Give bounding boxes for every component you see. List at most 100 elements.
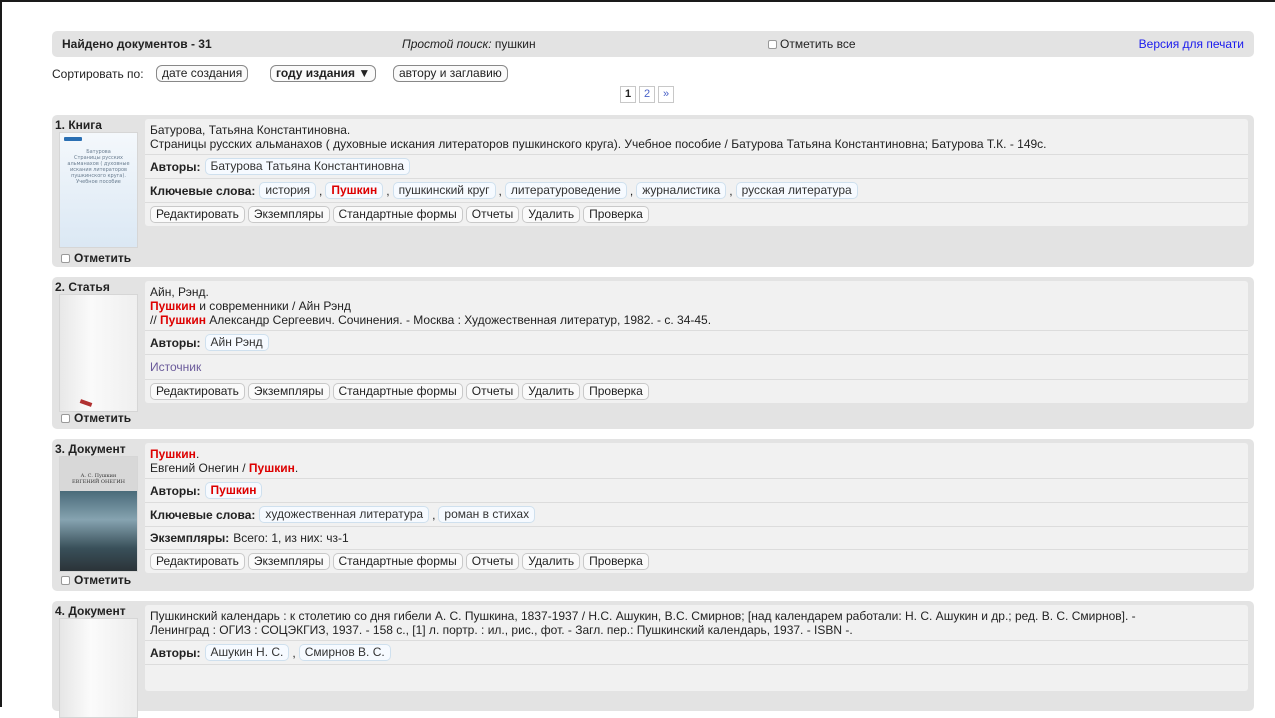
record-kind: 3. Документ [55,442,126,456]
record-card-1: 1. Книга Батурова Страницы русских альма… [52,115,1254,267]
separator: , [319,183,323,198]
author-tag[interactable]: Пушкин [204,482,263,499]
reports-button[interactable]: Отчеты [465,383,520,400]
keyword-tag[interactable]: художественная литература [259,506,430,523]
sort-by-year-button[interactable]: году издания ▼ [270,65,377,82]
standard-forms-button[interactable]: Стандартные формы [332,383,463,400]
page-1-button[interactable]: 1 [620,86,636,103]
record-mark-control[interactable]: Отметить [61,411,131,425]
separator: , [729,183,733,198]
authors-row: Авторы: Батурова Татьяна Константиновна [145,154,1248,178]
record-kind: 2. Статья [55,280,110,294]
record-text: . [294,461,299,475]
edit-button[interactable]: Редактировать [150,383,245,400]
reports-button[interactable]: Отчеты [465,553,520,570]
cover-title: Батурова Страницы русских альманахов ( д… [67,149,130,185]
author-tag[interactable]: Айн Рэнд [204,334,269,351]
sort-by-created-button[interactable]: дате создания [156,65,249,82]
record-line: Пушкин. [150,447,1243,461]
standard-forms-button[interactable]: Стандартные формы [332,553,463,570]
mark-all-control[interactable]: Отметить все [768,37,856,51]
check-button[interactable]: Проверка [583,206,649,223]
separator: , [629,183,634,198]
document-cover-thumbnail[interactable] [59,618,138,718]
next-page-button[interactable]: » [658,86,674,103]
keywords-label: Ключевые слова: [150,183,256,198]
document-cover-thumbnail[interactable]: А. С. Пушкин ЕВГЕНИЙ ОНЕГИН [59,456,138,572]
record-description: Айн, Рэнд. Пушкин и современники / Айн Р… [145,281,1248,330]
reports-button[interactable]: Отчеты [465,206,520,223]
search-highlight: Пушкин [248,461,295,475]
record-text: и современники / Айн Рэнд [195,299,351,313]
standard-forms-button[interactable]: Стандартные формы [332,206,463,223]
source-link[interactable]: Источник [150,360,201,374]
record-checkbox[interactable] [61,253,70,263]
record-checkbox[interactable] [61,413,70,423]
record-mark-label: Отметить [74,573,132,587]
record-text: // [150,313,161,327]
pagination: 1 2 » [620,86,674,103]
actions-row: Редактировать Экземпляры Стандартные фор… [145,379,1248,403]
record-mark-control[interactable]: Отметить [61,573,131,587]
window-left-border [0,0,2,707]
record-line: Ленинград : ОГИЗ : СОЦЭКГИЗ, 1937. - 158… [150,623,853,637]
edit-button[interactable]: Редактировать [150,553,245,570]
results-header: Найдено документов - 31 Простой поиск: п… [52,31,1254,57]
check-button[interactable]: Проверка [583,553,649,570]
authors-row: Авторы: Айн Рэнд [145,330,1248,354]
page-2-button[interactable]: 2 [639,86,655,103]
cover-image [60,619,137,717]
copies-label: Экземпляры: [150,531,230,545]
cover-image [60,295,137,411]
check-button[interactable]: Проверка [583,383,649,400]
record-mark-control[interactable]: Отметить [61,251,131,265]
delete-button[interactable]: Удалить [522,383,581,400]
delete-button[interactable]: Удалить [522,553,581,570]
sort-row: Сортировать по: дате создания году издан… [52,63,1254,103]
record-body: Айн, Рэнд. Пушкин и современники / Айн Р… [145,281,1248,403]
keyword-tag[interactable]: Пушкин [325,182,384,199]
keyword-tag[interactable]: роман в стихах [438,506,536,523]
simple-search-label: Простой поиск: [402,37,492,51]
record-mark-label: Отметить [74,251,132,265]
keyword-tag[interactable]: литературоведение [504,182,627,199]
record-line: // Пушкин Александр Сергеевич. Сочинения… [150,313,1243,327]
author-tag[interactable]: Батурова Татьяна Константиновна [204,158,411,175]
separator: , [498,183,502,198]
edit-button[interactable]: Редактировать [150,206,245,223]
copies-button[interactable]: Экземпляры [247,206,330,223]
print-version-link[interactable]: Версия для печати [1139,37,1244,51]
search-highlight: Пушкин [150,299,196,313]
delete-button[interactable]: Удалить [522,206,581,223]
authors-label: Авторы: [150,645,201,660]
record-checkbox[interactable] [61,575,70,585]
author-tag[interactable]: Смирнов В. С. [298,644,391,661]
authors-row: Авторы: Ашукин Н. С., Смирнов В. С. [145,640,1248,664]
record-text: . [195,447,200,461]
record-line: Пушкинский календарь : к столетию со дня… [150,609,1136,623]
keyword-tag[interactable]: история [259,182,316,199]
authors-row: Авторы: Пушкин [145,478,1248,502]
article-cover-thumbnail[interactable] [59,294,138,412]
book-cover-thumbnail[interactable]: Батурова Страницы русских альманахов ( д… [59,132,138,248]
separator: , [386,183,390,198]
author-tag[interactable]: Ашукин Н. С. [204,644,290,661]
keyword-tag[interactable]: журналистика [636,182,727,199]
cover-image: А. С. Пушкин ЕВГЕНИЙ ОНЕГИН [60,457,137,571]
search-highlight: Пушкин [150,447,196,461]
keyword-tag[interactable]: русская литература [735,182,858,199]
record-body: Пушкинский календарь : к столетию со дня… [145,605,1248,691]
found-count: Найдено документов - 31 [62,37,212,51]
authors-label: Авторы: [150,159,201,174]
keyword-tag[interactable]: пушкинский круг [392,182,496,199]
copies-button[interactable]: Экземпляры [247,383,330,400]
search-highlight: Пушкин [160,313,206,327]
record-description: Батурова, Татьяна Константиновна. Страни… [145,119,1248,154]
copies-button[interactable]: Экземпляры [247,553,330,570]
mark-all-checkbox[interactable] [768,39,777,49]
actions-row: Редактировать Экземпляры Стандартные фор… [145,202,1248,226]
record-line: Евгений Онегин / Пушкин. [150,461,1243,475]
record-text: Евгений Онегин / [150,461,249,475]
sort-by-author-title-button[interactable]: автору и заглавию [393,65,508,82]
keywords-row: Ключевые слова: история, Пушкин, пушкинс… [145,178,1248,202]
